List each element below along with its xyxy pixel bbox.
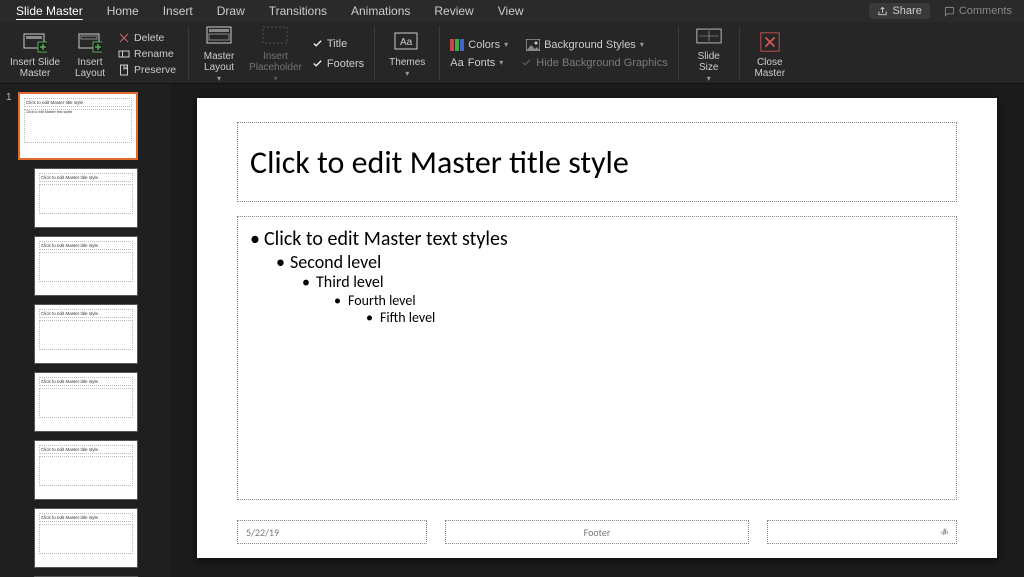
delete-icon <box>118 32 130 44</box>
menu-bar: Slide Master Home Insert Draw Transition… <box>0 0 1024 22</box>
tab-view[interactable]: View <box>486 1 536 21</box>
slide-size-button[interactable]: Slide Size ▾ <box>689 21 729 86</box>
insert-slide-master-button[interactable]: Insert Slide Master <box>6 27 64 81</box>
layout-thumbnail[interactable]: Click to edit Master title style <box>6 372 164 432</box>
slide-master[interactable]: Click to edit Master title style Click t… <box>197 98 997 558</box>
footer-placeholder[interactable]: Footer <box>445 520 749 544</box>
chevron-down-icon: ▾ <box>499 58 503 67</box>
chevron-down-icon: ▾ <box>707 75 711 84</box>
tab-review[interactable]: Review <box>422 1 485 21</box>
layout-thumbnail[interactable]: Click to edit Master title style <box>6 440 164 500</box>
workspace: 1 Click to edit Master title style Click… <box>0 84 1024 577</box>
placeholder-icon <box>262 23 288 49</box>
footers-checkbox[interactable]: Footers <box>312 58 364 70</box>
themes-button[interactable]: Aa Themes ▾ <box>385 27 429 81</box>
svg-text:Aa: Aa <box>400 37 413 48</box>
chevron-down-icon: ▾ <box>504 40 508 49</box>
tab-animations[interactable]: Animations <box>339 1 422 21</box>
title-checkbox[interactable]: Title <box>312 38 364 50</box>
layout-icon <box>77 29 103 55</box>
background-styles-dropdown[interactable]: Background Styles ▾ <box>526 39 644 51</box>
close-master-button[interactable]: Close Master <box>750 27 790 81</box>
delete-button[interactable]: Delete <box>116 31 178 45</box>
slide-size-icon <box>696 23 722 49</box>
layout-thumbnail[interactable]: Click to edit Master title style <box>6 168 164 228</box>
check-icon <box>521 57 532 68</box>
layout-thumbnail[interactable]: Click to edit Master title style <box>6 236 164 296</box>
rename-button[interactable]: Rename <box>116 47 178 61</box>
chevron-down-icon: ▾ <box>217 75 221 84</box>
group-size: Slide Size ▾ <box>689 26 740 81</box>
layout-thumbnail[interactable]: Click to edit Master title style <box>6 304 164 364</box>
hide-background-checkbox[interactable]: Hide Background Graphics <box>521 57 667 69</box>
check-icon <box>312 38 323 49</box>
master-layout-icon <box>206 23 232 49</box>
thumbnail-panel[interactable]: 1 Click to edit Master title style Click… <box>0 84 170 577</box>
fonts-icon: Aa <box>450 57 463 69</box>
themes-icon: Aa <box>394 29 420 55</box>
group-background: Colors ▾ Background Styles ▾ Aa Fonts ▾ <box>450 26 678 81</box>
chevron-down-icon: ▾ <box>405 70 409 79</box>
colors-icon <box>450 39 464 51</box>
tab-insert[interactable]: Insert <box>151 1 205 21</box>
group-master-layout: Master Layout ▾ Insert Placeholder ▾ Tit… <box>199 26 375 81</box>
tab-draw[interactable]: Draw <box>205 1 257 21</box>
close-icon <box>757 29 783 55</box>
master-layout-button[interactable]: Master Layout ▾ <box>199 21 239 86</box>
title-placeholder[interactable]: Click to edit Master title style <box>237 122 957 202</box>
slide-number-placeholder[interactable]: ‹#› <box>767 520 957 544</box>
ribbon: Insert Slide Master Insert Layout Delete… <box>0 22 1024 84</box>
check-icon <box>312 58 323 69</box>
slide-master-icon <box>22 29 48 55</box>
preserve-button[interactable]: Preserve <box>116 63 178 77</box>
tab-slide-master[interactable]: Slide Master <box>4 1 95 21</box>
insert-layout-button[interactable]: Insert Layout <box>70 27 110 81</box>
background-icon <box>526 39 540 51</box>
body-placeholder[interactable]: Click to edit Master text styles Second … <box>237 216 957 500</box>
group-themes: Aa Themes ▾ <box>385 26 440 81</box>
group-edit-master: Insert Slide Master Insert Layout Delete… <box>6 26 189 81</box>
master-thumbnail[interactable]: 1 Click to edit Master title style Click… <box>6 92 164 160</box>
preserve-icon <box>118 64 130 76</box>
layout-thumbnail[interactable]: Click to edit Master title style <box>6 508 164 568</box>
tab-home[interactable]: Home <box>95 1 151 21</box>
tab-transitions[interactable]: Transitions <box>257 1 339 21</box>
chevron-down-icon: ▾ <box>640 40 644 49</box>
comments-button[interactable]: Comments <box>936 3 1020 19</box>
rename-icon <box>118 48 130 60</box>
fonts-dropdown[interactable]: Aa Fonts ▾ <box>450 57 503 69</box>
slide-canvas[interactable]: Click to edit Master title style Click t… <box>170 84 1024 577</box>
comments-icon <box>944 6 955 17</box>
share-button[interactable]: Share <box>869 3 929 19</box>
group-close: Close Master <box>750 26 800 81</box>
date-placeholder[interactable]: 5/22/19 <box>237 520 427 544</box>
chevron-down-icon: ▾ <box>273 75 277 84</box>
insert-placeholder-button: Insert Placeholder ▾ <box>245 21 306 86</box>
share-icon <box>877 6 888 17</box>
colors-dropdown[interactable]: Colors ▾ <box>450 39 508 51</box>
